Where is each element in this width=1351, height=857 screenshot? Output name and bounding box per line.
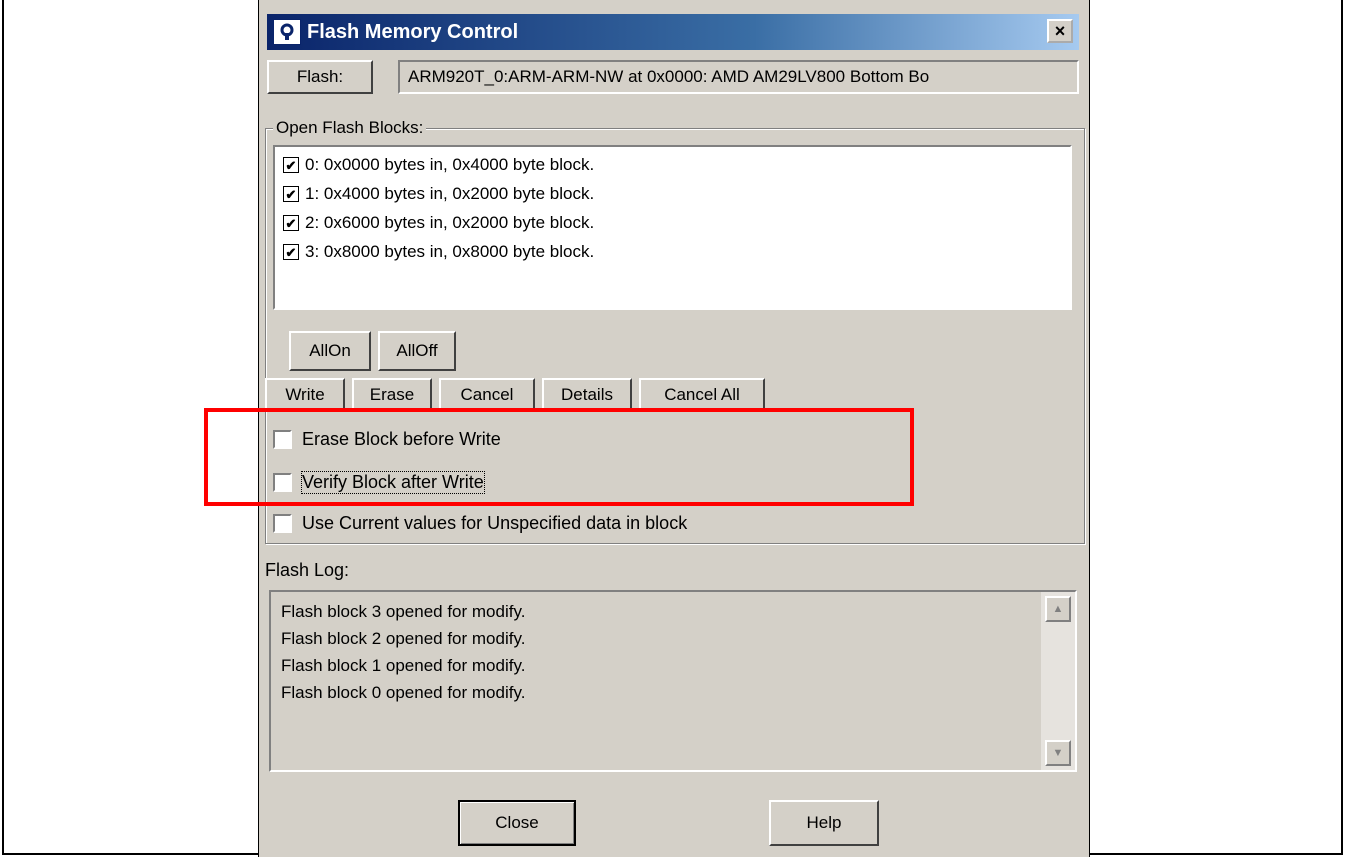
block-checkbox[interactable]: ✔: [283, 157, 299, 173]
scroll-up-button[interactable]: ▲: [1045, 596, 1071, 622]
window-title: Flash Memory Control: [307, 20, 519, 43]
log-scrollbar[interactable]: ▲ ▼: [1041, 592, 1075, 770]
scroll-up-icon: ▲: [1052, 603, 1064, 615]
cancel-button[interactable]: Cancel: [439, 378, 535, 412]
list-item[interactable]: ✔ 1: 0x4000 bytes in, 0x2000 byte block.: [283, 184, 594, 204]
scroll-down-icon: ▼: [1052, 747, 1064, 759]
scroll-down-button[interactable]: ▼: [1045, 740, 1071, 766]
block-label: 2: 0x6000 bytes in, 0x2000 byte block.: [305, 213, 595, 232]
list-item[interactable]: ✔ 2: 0x6000 bytes in, 0x2000 byte block.: [283, 213, 594, 233]
close-button[interactable]: Close: [458, 800, 576, 846]
flash-blocks-list[interactable]: ✔ 0: 0x0000 bytes in, 0x4000 byte block.…: [273, 145, 1072, 310]
erase-button[interactable]: Erase: [352, 378, 432, 412]
open-flash-blocks-label: Open Flash Blocks:: [273, 118, 427, 138]
app-icon: [273, 19, 301, 45]
block-label: 3: 0x8000 bytes in, 0x8000 byte block.: [305, 242, 595, 261]
title-bar: Flash Memory Control ×: [267, 14, 1079, 50]
help-button[interactable]: Help: [769, 800, 879, 846]
list-item[interactable]: ✔ 3: 0x8000 bytes in, 0x8000 byte block.: [283, 242, 594, 262]
log-line: Flash block 1 opened for modify.: [281, 656, 526, 675]
all-on-button[interactable]: AllOn: [289, 331, 371, 371]
flash-log[interactable]: Flash block 3 opened for modify. Flash b…: [269, 590, 1077, 772]
block-checkbox[interactable]: ✔: [283, 215, 299, 231]
log-line: Flash block 2 opened for modify.: [281, 629, 526, 648]
details-button[interactable]: Details: [542, 378, 632, 412]
use-current-values-label: Use Current values for Unspecified data …: [302, 513, 688, 533]
log-line: Flash block 3 opened for modify.: [281, 602, 526, 621]
list-item[interactable]: ✔ 0: 0x0000 bytes in, 0x4000 byte block.: [283, 155, 594, 175]
close-icon: ×: [1054, 21, 1066, 41]
block-label: 0: 0x0000 bytes in, 0x4000 byte block.: [305, 155, 595, 174]
block-checkbox[interactable]: ✔: [283, 244, 299, 260]
lock-icon: [280, 23, 294, 40]
cancel-all-button[interactable]: Cancel All: [639, 378, 765, 412]
flash-log-label: Flash Log:: [265, 560, 350, 580]
highlight-box: [204, 408, 914, 506]
use-current-values-option[interactable]: Use Current values for Unspecified data …: [273, 513, 687, 534]
write-button[interactable]: Write: [265, 378, 345, 412]
block-checkbox[interactable]: ✔: [283, 186, 299, 202]
block-label: 1: 0x4000 bytes in, 0x2000 byte block.: [305, 184, 595, 203]
log-line: Flash block 0 opened for modify.: [281, 683, 526, 702]
flash-select-button[interactable]: Flash:: [267, 60, 373, 94]
flash-device-field: ARM920T_0:ARM-ARM-NW at 0x0000: AMD AM29…: [398, 60, 1079, 94]
close-window-button[interactable]: ×: [1047, 19, 1073, 43]
use-current-values-checkbox[interactable]: [273, 514, 292, 533]
all-off-button[interactable]: AllOff: [378, 331, 456, 371]
